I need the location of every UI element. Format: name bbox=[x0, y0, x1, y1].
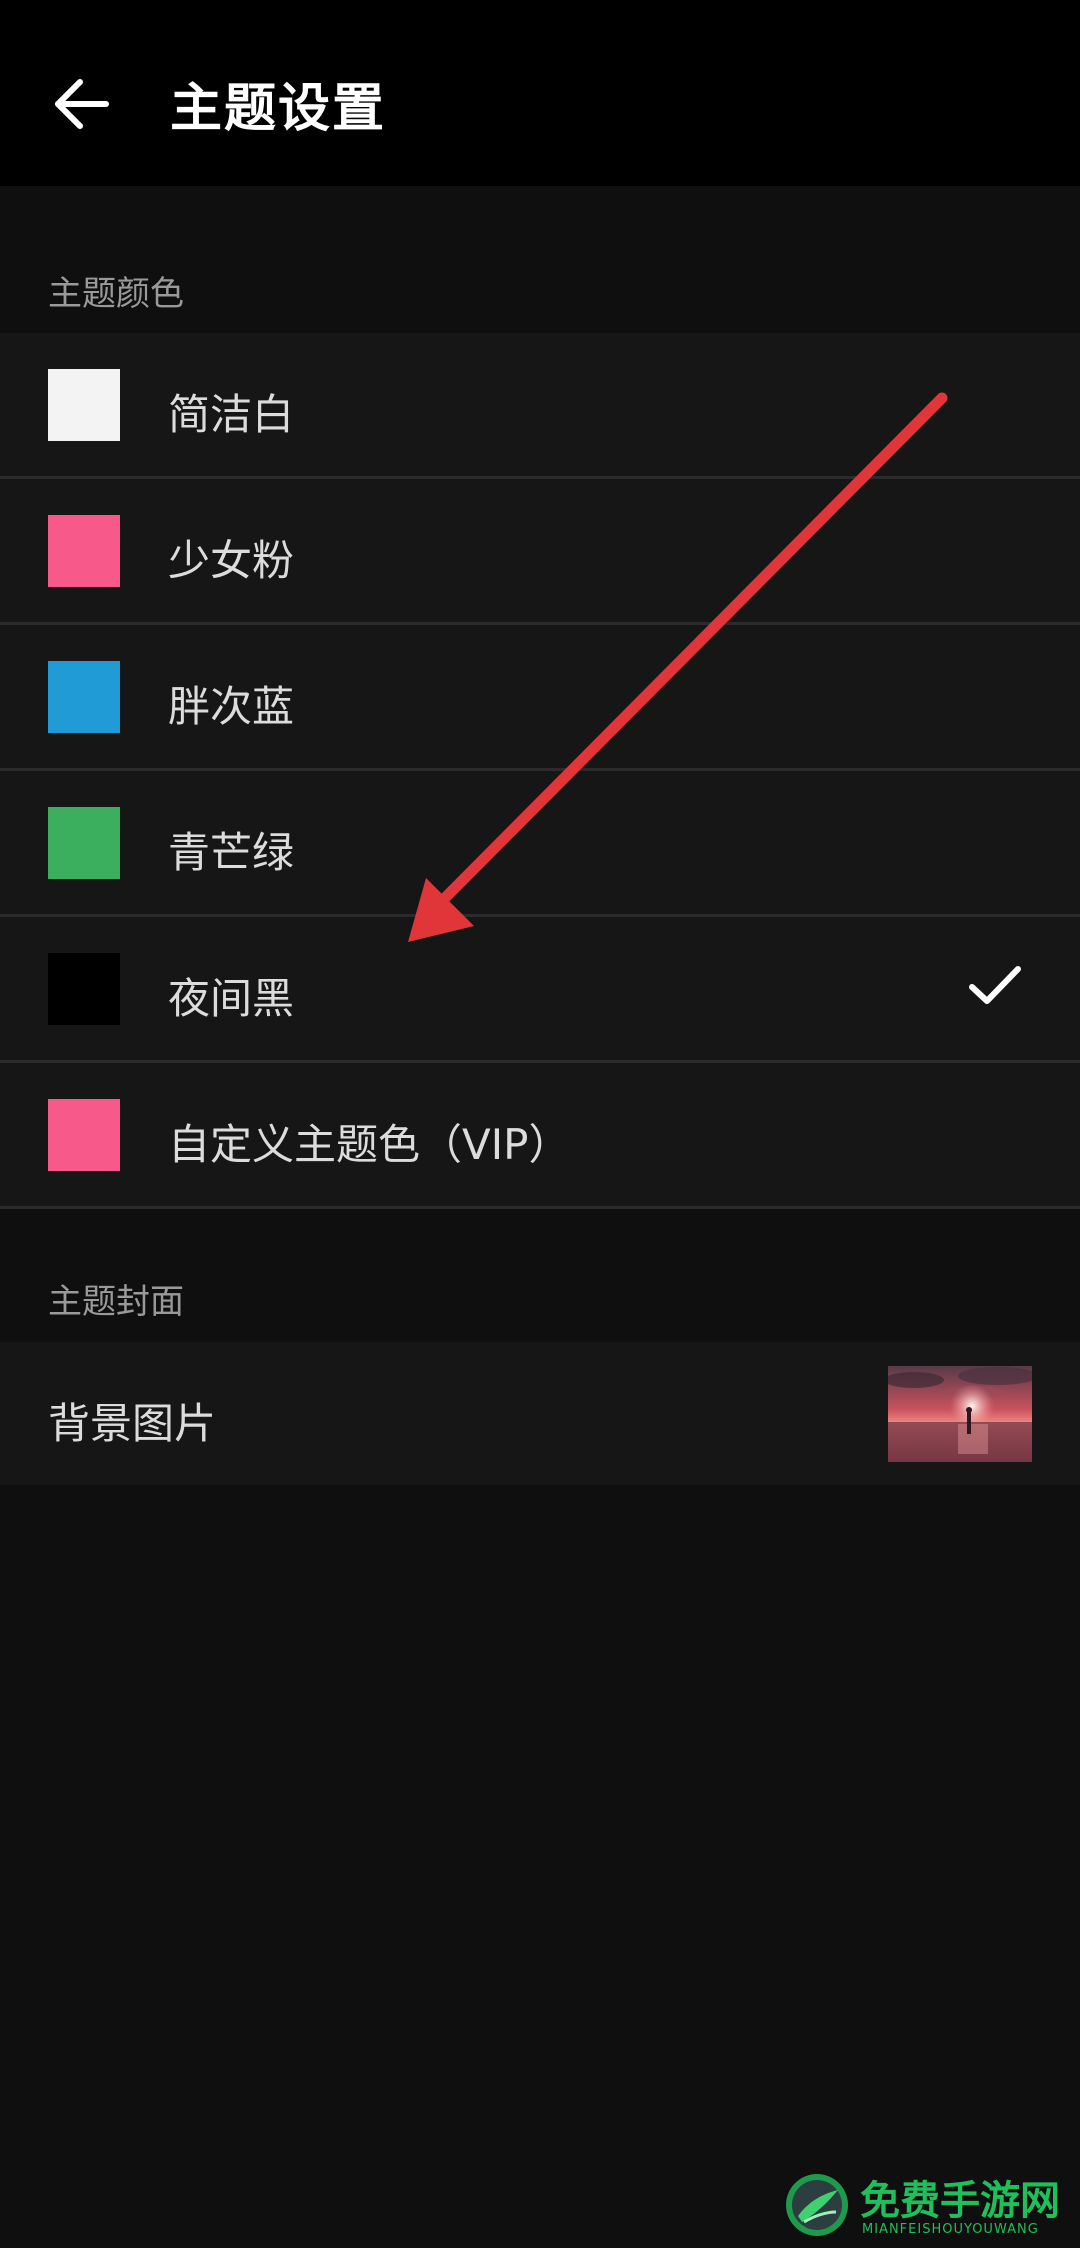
section-header-theme-color: 主题颜色 bbox=[48, 274, 184, 314]
background-image-thumbnail[interactable] bbox=[888, 1366, 1032, 1462]
watermark: 免费手游网 MIANFEISHOUYOUWANG bbox=[780, 2166, 1080, 2248]
background-image-row[interactable]: 背景图片 bbox=[0, 1342, 1080, 1485]
theme-option-label: 夜间黑 bbox=[168, 974, 295, 1023]
theme-option-label: 简洁白 bbox=[168, 390, 295, 439]
theme-option-label: 少女粉 bbox=[168, 536, 295, 585]
sunset-image bbox=[888, 1366, 1032, 1462]
color-swatch bbox=[48, 953, 120, 1025]
section-header-theme-cover: 主题封面 bbox=[48, 1282, 184, 1322]
color-swatch bbox=[48, 661, 120, 733]
color-swatch bbox=[48, 1099, 120, 1171]
theme-option-pink[interactable]: 少女粉 bbox=[0, 479, 1080, 625]
back-button[interactable] bbox=[44, 64, 124, 144]
theme-option-label: 自定义主题色（VIP） bbox=[168, 1120, 571, 1169]
color-swatch bbox=[48, 369, 120, 441]
theme-option-custom-vip[interactable]: 自定义主题色（VIP） bbox=[0, 1063, 1080, 1209]
theme-option-blue[interactable]: 胖次蓝 bbox=[0, 625, 1080, 771]
theme-option-label: 青芒绿 bbox=[168, 828, 295, 877]
arrow-left-icon bbox=[55, 79, 109, 129]
theme-option-black[interactable]: 夜间黑 bbox=[0, 917, 1080, 1063]
theme-color-list: 简洁白 少女粉 胖次蓝 青芒绿 夜间黑 自定义主题色（VIP） bbox=[0, 333, 1080, 1209]
theme-option-white[interactable]: 简洁白 bbox=[0, 333, 1080, 479]
watermark-title: 免费手游网 bbox=[860, 2177, 1060, 2224]
color-swatch bbox=[48, 515, 120, 587]
watermark-subtitle: MIANFEISHOUYOUWANG bbox=[862, 2222, 1039, 2237]
page-title: 主题设置 bbox=[170, 79, 387, 139]
theme-option-green[interactable]: 青芒绿 bbox=[0, 771, 1080, 917]
color-swatch bbox=[48, 807, 120, 879]
watermark-logo-icon bbox=[786, 2174, 848, 2236]
app-header: 主题设置 bbox=[0, 0, 1080, 186]
background-image-label: 背景图片 bbox=[48, 1399, 217, 1448]
theme-option-label: 胖次蓝 bbox=[168, 682, 295, 731]
checkmark-icon bbox=[969, 966, 1021, 1004]
